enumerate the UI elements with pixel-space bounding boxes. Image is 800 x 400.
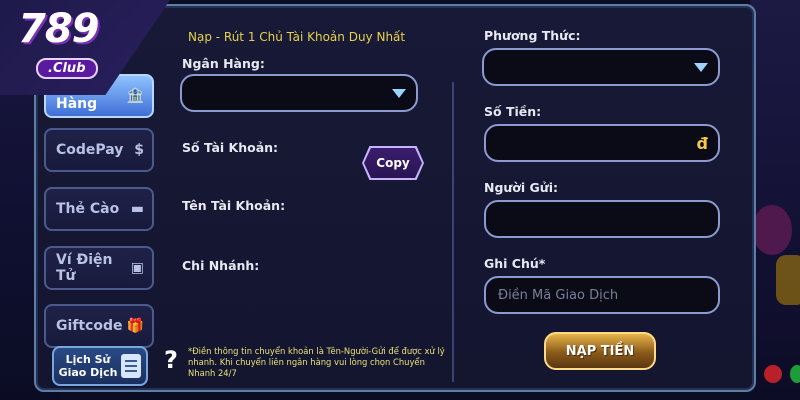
bank-icon: 🏦 (126, 88, 144, 104)
transaction-history-label: Lịch Sử Giao Dịch (58, 353, 118, 379)
branch-label: Chi Nhánh: (182, 258, 260, 273)
sidebar-item-label: Thẻ Cào (56, 201, 120, 217)
sidebar-item-label: Giftcode (56, 318, 123, 334)
coin-icon: $ (134, 142, 144, 158)
sidebar-item-codepay[interactable]: CodePay $ (44, 128, 154, 172)
sidebar-item-scratch-card[interactable]: Thẻ Cào ▬ (44, 187, 154, 231)
background-decoration (776, 255, 800, 305)
account-name-label: Tên Tài Khoản: (182, 198, 286, 213)
deposit-form: Nạp - Rút 1 Chủ Tài Khoản Duy Nhất Ngân … (156, 12, 752, 388)
transaction-code-input[interactable]: Điền Mã Giao Dịch (484, 276, 720, 314)
sender-input[interactable] (484, 200, 720, 238)
gift-icon: 🎁 (126, 318, 144, 334)
logo-club-badge: .Club (36, 58, 98, 79)
method-label: Phương Thức: (484, 28, 581, 43)
sidebar-item-giftcode[interactable]: Giftcode 🎁 (44, 304, 154, 348)
background-decoration (790, 365, 800, 383)
help-text: *Điền thông tin chuyển khoản là Tên-Ngườ… (188, 346, 445, 378)
background-decoration (764, 365, 782, 383)
bank-select[interactable] (180, 74, 418, 112)
chevron-down-icon (392, 89, 406, 98)
logo-number: 789 (18, 6, 99, 52)
chevron-down-icon (694, 63, 708, 72)
transaction-code-placeholder: Điền Mã Giao Dịch (498, 287, 619, 303)
amount-label: Số Tiền: (484, 104, 542, 119)
help-icon[interactable]: ? (164, 346, 178, 374)
column-divider (452, 82, 454, 382)
receipt-icon (121, 354, 142, 378)
background-right (750, 0, 800, 400)
sender-label: Người Gửi: (484, 180, 558, 195)
note-label: Ghi Chú* (484, 256, 546, 271)
single-account-notice: Nạp - Rút 1 Chủ Tài Khoản Duy Nhất (188, 30, 406, 44)
method-select[interactable] (482, 48, 720, 86)
copy-button[interactable]: Copy (364, 148, 422, 178)
bank-label: Ngân Hàng: (182, 56, 265, 71)
transaction-history-button[interactable]: Lịch Sử Giao Dịch (52, 346, 148, 386)
sidebar-item-e-wallet[interactable]: Ví Điện Tử ▣ (44, 246, 154, 290)
amount-input[interactable]: đ (484, 124, 720, 162)
background-decoration (752, 205, 792, 255)
account-number-label: Số Tài Khoản: (182, 140, 279, 155)
wallet-icon: ▣ (130, 260, 144, 276)
sidebar-item-label: CodePay (56, 142, 124, 158)
sidebar-item-label: Ví Điện Tử (56, 252, 113, 284)
deposit-submit-button[interactable]: NẠP TIỀN (544, 332, 656, 370)
card-icon: ▬ (130, 201, 144, 217)
payment-method-sidebar: Ngân Hàng 🏦 CodePay $ Thẻ Cào ▬ Ví Điện … (34, 70, 154, 390)
currency-symbol: đ (696, 134, 708, 153)
